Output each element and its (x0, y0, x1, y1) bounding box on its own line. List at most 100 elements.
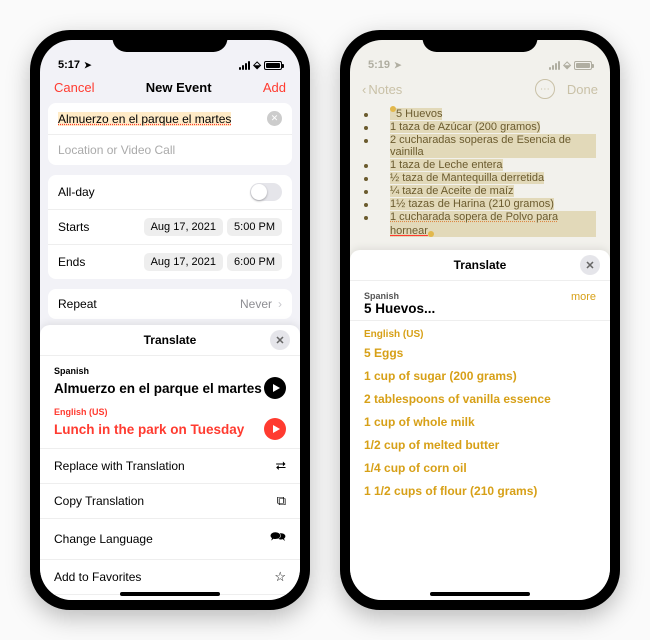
translated-item: 1/2 cup of melted butter (364, 438, 596, 452)
list-item: 2 cucharadas soperas de Esencia de vaini… (390, 134, 596, 158)
starts-date-button[interactable]: Aug 17, 2021 (144, 218, 223, 236)
list-item: 1½ tazas de Harina (210 gramos) (390, 198, 554, 210)
location-input[interactable]: Location or Video Call (48, 135, 292, 165)
source-text: Almuerzo en el parque el martes (54, 381, 262, 396)
action-label: Change Language (54, 532, 153, 546)
clear-icon[interactable]: ✕ (267, 111, 282, 126)
list-item: 1 cucharada sopera de Polvo para hornear (390, 211, 558, 237)
sheet-header: Translate ✕ (350, 250, 610, 281)
play-target-button[interactable] (264, 418, 286, 440)
chevron-right-icon: › (278, 297, 282, 311)
action-label: Copy Translation (54, 494, 144, 508)
close-icon[interactable]: ✕ (580, 255, 600, 275)
screen-calendar: 5:17 ➤ ⬙ Cancel New Event Add Almuerzo e… (40, 40, 300, 600)
notch (113, 30, 228, 52)
translated-item: 5 Eggs (364, 346, 596, 360)
back-label: Notes (368, 82, 402, 97)
ends-time-button[interactable]: 6:00 PM (227, 253, 282, 271)
translated-item: 1 cup of sugar (200 grams) (364, 369, 596, 383)
event-title-text: Almuerzo en el parque el martes (58, 112, 231, 126)
ends-label: Ends (58, 255, 140, 269)
copy-icon: ⧉ (277, 493, 286, 509)
translate-body: Spanish Almuerzo en el parque el martes … (40, 356, 300, 449)
list-item: 1 taza de Leche entera (390, 159, 503, 171)
signal-icon (239, 61, 250, 70)
home-indicator[interactable] (430, 592, 530, 596)
source-lang-label: Spanish (54, 366, 286, 376)
action-list: Replace with Translation ⮂ Copy Translat… (40, 449, 300, 600)
ends-date-button[interactable]: Aug 17, 2021 (144, 253, 223, 271)
nav-title: New Event (146, 80, 212, 95)
nav-bar: Cancel New Event Add (40, 74, 300, 101)
target-lang-label: English (US) (54, 407, 286, 417)
source-text: 5 Huevos... (364, 301, 435, 316)
replace-action[interactable]: Replace with Translation ⮂ (40, 449, 300, 484)
battery-icon (264, 61, 282, 70)
repeat-block: Repeat Never › (48, 289, 292, 319)
translation-list: English (US) 5 Eggs 1 cup of sugar (200 … (350, 321, 610, 507)
close-icon[interactable]: ✕ (270, 330, 290, 350)
ends-row: Ends Aug 17, 2021 6:00 PM (48, 245, 292, 279)
translated-item: 2 tablespoons of vanilla essence (364, 392, 596, 406)
status-time: 5:17 (58, 59, 80, 71)
location-arrow-icon: ➤ (394, 60, 402, 71)
list-item: ¼ taza de Aceite de maíz (390, 185, 514, 197)
action-label: Replace with Translation (54, 459, 185, 473)
target-lang-label: English (US) (364, 329, 596, 340)
add-button[interactable]: Add (263, 80, 286, 95)
list-item: 5 Huevos (396, 108, 442, 120)
title-location-block: Almuerzo en el parque el martes ✕ Locati… (48, 103, 292, 165)
repeat-value: Never (240, 297, 272, 311)
favorites-action[interactable]: Add to Favorites ☆ (40, 560, 300, 595)
source-lang-label: Spanish (364, 291, 435, 301)
chevron-left-icon: ‹ (362, 82, 366, 97)
wifi-icon: ⬙ (563, 60, 571, 71)
repeat-row[interactable]: Repeat Never › (48, 289, 292, 319)
more-icon[interactable]: ⋯ (535, 79, 555, 99)
phone-right: 5:19 ➤ ⬙ ‹ Notes ⋯ Done 5 Huevos 1 taza … (340, 30, 620, 610)
back-button[interactable]: ‹ Notes (362, 82, 402, 97)
signal-icon (549, 61, 560, 70)
notes-nav: ‹ Notes ⋯ Done (350, 74, 610, 104)
location-arrow-icon: ➤ (84, 60, 92, 71)
translate-sheet: Translate ✕ Spanish 5 Huevos... more Eng… (350, 250, 610, 600)
starts-label: Starts (58, 220, 140, 234)
star-icon: ☆ (274, 569, 286, 585)
allday-row: All-day (48, 175, 292, 210)
starts-time-button[interactable]: 5:00 PM (227, 218, 282, 236)
repeat-label: Repeat (58, 297, 240, 311)
event-title-input[interactable]: Almuerzo en el parque el martes ✕ (48, 103, 292, 135)
language-icon: 🗪 (270, 528, 286, 550)
list-item: ½ taza de Mantequilla derretida (390, 172, 544, 184)
cancel-button[interactable]: Cancel (54, 80, 94, 95)
sheet-header: Translate ✕ (40, 325, 300, 356)
home-indicator[interactable] (120, 592, 220, 596)
screen-notes: 5:19 ➤ ⬙ ‹ Notes ⋯ Done 5 Huevos 1 taza … (350, 40, 610, 600)
play-source-button[interactable] (264, 377, 286, 399)
sheet-title: Translate (454, 258, 507, 272)
change-language-action[interactable]: Change Language 🗪 (40, 519, 300, 560)
action-label: Add to Favorites (54, 570, 141, 584)
notch (423, 30, 538, 52)
more-button[interactable]: more (571, 291, 596, 303)
translated-item: 1/4 cup of corn oil (364, 461, 596, 475)
status-time: 5:19 (368, 59, 390, 71)
list-item: 1 taza de Azúcar (200 gramos) (390, 121, 540, 133)
datetime-block: All-day Starts Aug 17, 2021 5:00 PM Ends… (48, 175, 292, 279)
battery-icon (574, 61, 592, 70)
done-button[interactable]: Done (567, 82, 598, 97)
target-text: Lunch in the park on Tuesday (54, 422, 244, 437)
allday-toggle[interactable] (250, 183, 282, 201)
translate-sheet: Translate ✕ Spanish Almuerzo en el parqu… (40, 325, 300, 600)
wifi-icon: ⬙ (253, 60, 261, 71)
note-body[interactable]: 5 Huevos 1 taza de Azúcar (200 gramos) 2… (350, 104, 610, 242)
translated-item: 1 1/2 cups of flour (210 grams) (364, 484, 596, 498)
sheet-title: Translate (144, 333, 197, 347)
copy-action[interactable]: Copy Translation ⧉ (40, 484, 300, 519)
replace-icon: ⮂ (276, 458, 286, 474)
location-placeholder: Location or Video Call (58, 143, 175, 157)
translated-item: 1 cup of whole milk (364, 415, 596, 429)
starts-row: Starts Aug 17, 2021 5:00 PM (48, 210, 292, 245)
phone-left: 5:17 ➤ ⬙ Cancel New Event Add Almuerzo e… (30, 30, 310, 610)
translate-source-row: Spanish 5 Huevos... more (350, 281, 610, 321)
